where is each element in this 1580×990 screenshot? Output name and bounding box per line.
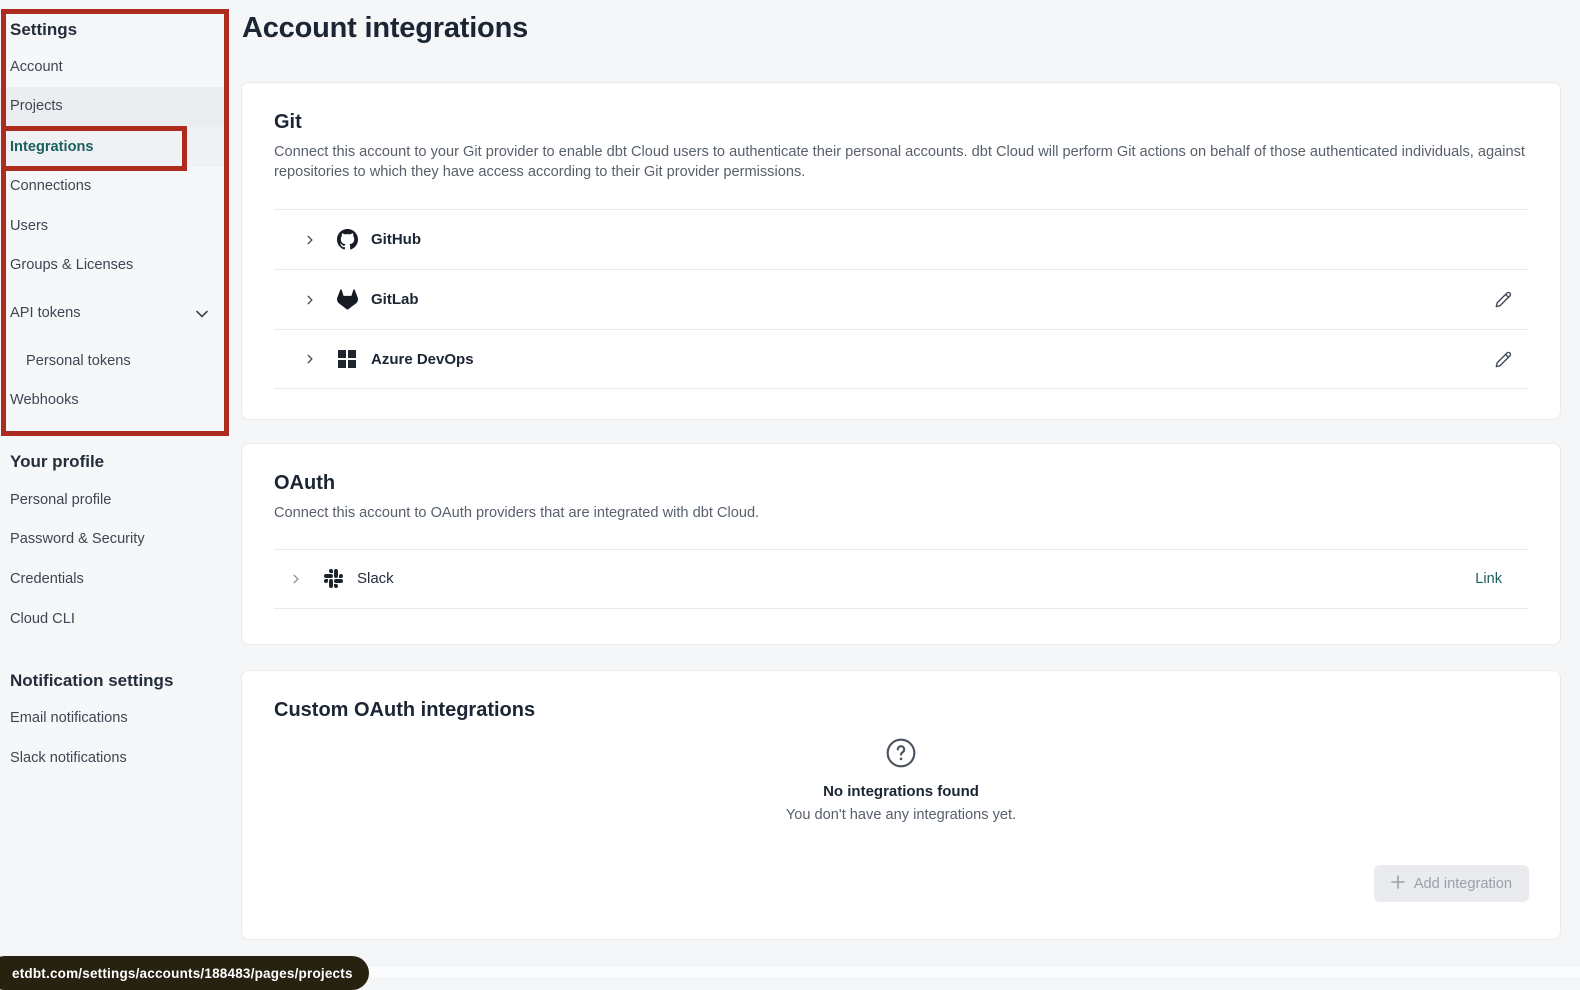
add-integration-button[interactable]: Add integration: [1374, 865, 1529, 902]
plus-icon: [1391, 875, 1405, 893]
sidebar-item-projects[interactable]: Projects: [10, 96, 63, 116]
sidebar-item-users[interactable]: Users: [10, 216, 48, 236]
sidebar-item-email-notifications[interactable]: Email notifications: [10, 708, 128, 728]
git-provider-row-gitlab[interactable]: GitLab: [274, 269, 1528, 329]
provider-label: Slack: [357, 570, 394, 587]
sidebar-item-integrations[interactable]: Integrations: [10, 137, 94, 157]
empty-state: No integrations found You don't have any…: [242, 737, 1560, 823]
oauth-section-description: Connect this account to OAuth providers …: [274, 504, 1526, 524]
git-integrations-card: Git Connect this account to your Git pro…: [241, 82, 1561, 420]
edit-pencil-icon[interactable]: [1495, 351, 1512, 368]
question-circle-icon: [885, 756, 917, 773]
oauth-integrations-card: OAuth Connect this account to OAuth prov…: [241, 443, 1561, 645]
page-title: Account integrations: [242, 12, 528, 45]
sidebar-heading-notification-settings: Notification settings: [10, 671, 173, 691]
slack-icon: [322, 569, 344, 588]
chevron-right-icon: [304, 353, 316, 365]
oauth-provider-row-slack[interactable]: Slack Link: [274, 549, 1528, 609]
sidebar-item-account[interactable]: Account: [10, 57, 63, 77]
link-preview-statusbar: etdbt.com/settings/accounts/188483/pages…: [0, 956, 369, 990]
sidebar-item-connections[interactable]: Connections: [10, 176, 91, 196]
provider-label: Azure DevOps: [371, 351, 474, 368]
chevron-right-icon: [290, 573, 302, 585]
chevron-down-icon[interactable]: [194, 306, 210, 322]
provider-label: GitHub: [371, 231, 421, 248]
sidebar-item-groups-licenses[interactable]: Groups & Licenses: [10, 255, 133, 275]
sidebar-heading-your-profile: Your profile: [10, 452, 104, 472]
sidebar-item-personal-profile[interactable]: Personal profile: [10, 490, 111, 510]
git-section-title: Git: [274, 109, 1528, 135]
edit-pencil-icon[interactable]: [1495, 291, 1512, 308]
sidebar-heading-settings: Settings: [10, 20, 77, 40]
sidebar-item-personal-tokens[interactable]: Personal tokens: [26, 351, 131, 371]
sidebar-item-credentials[interactable]: Credentials: [10, 569, 84, 589]
custom-oauth-integrations-card: Custom OAuth integrations No integration…: [241, 670, 1561, 940]
git-section-description: Connect this account to your Git provide…: [274, 143, 1526, 182]
git-provider-row-github[interactable]: GitHub: [274, 209, 1528, 269]
sidebar-item-cloud-cli[interactable]: Cloud CLI: [10, 609, 75, 629]
sidebar-item-webhooks[interactable]: Webhooks: [10, 390, 79, 410]
github-icon: [336, 229, 358, 250]
chevron-right-icon: [304, 234, 316, 246]
git-provider-row-azure-devops[interactable]: Azure DevOps: [274, 329, 1528, 389]
sidebar-item-api-tokens[interactable]: API tokens: [10, 303, 81, 323]
sidebar-item-slack-notifications[interactable]: Slack notifications: [10, 748, 127, 768]
gitlab-icon: [336, 289, 358, 310]
settings-sidebar: Settings Account Projects Integrations C…: [0, 0, 230, 965]
slack-link-action[interactable]: Link: [1475, 571, 1502, 587]
oauth-section-title: OAuth: [274, 470, 1528, 496]
chevron-right-icon: [304, 294, 316, 306]
provider-label: GitLab: [371, 291, 419, 308]
empty-state-subtitle: You don't have any integrations yet.: [242, 807, 1560, 823]
add-integration-label: Add integration: [1414, 876, 1512, 892]
azure-devops-icon: [336, 350, 358, 368]
sidebar-item-password-security[interactable]: Password & Security: [10, 529, 145, 549]
empty-state-title: No integrations found: [242, 783, 1560, 800]
custom-oauth-section-title: Custom OAuth integrations: [274, 697, 1528, 723]
